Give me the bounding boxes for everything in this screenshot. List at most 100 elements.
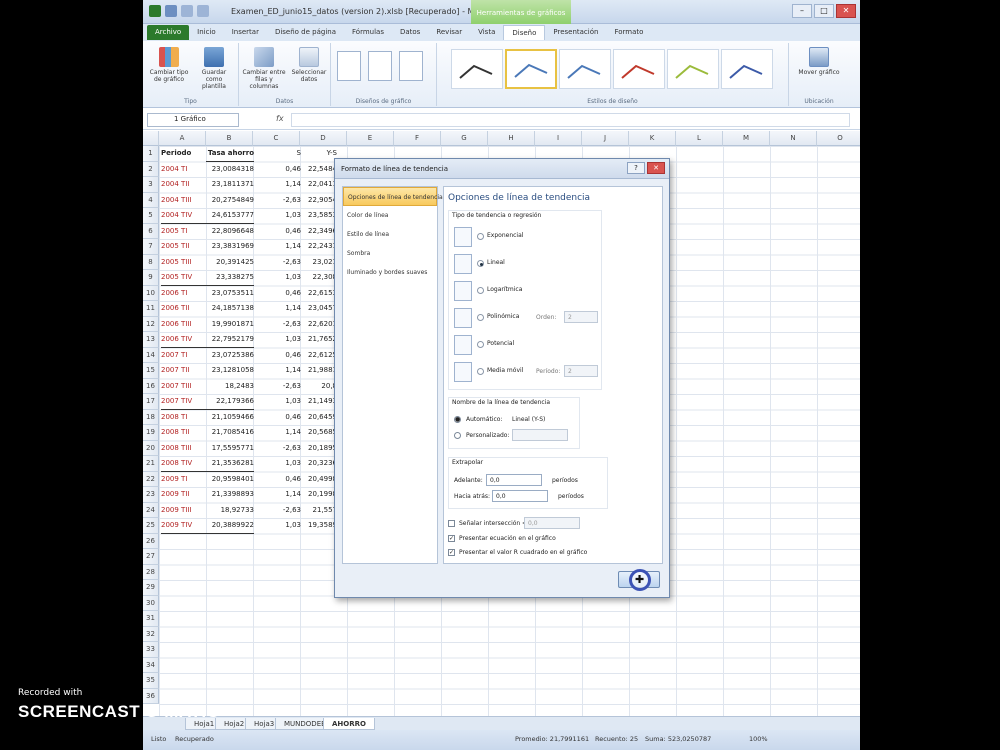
cell-y-s[interactable]: 20,8 [303,379,337,395]
intercept-input[interactable]: 0,0 [524,517,580,529]
cell-periodo[interactable]: 2005 TIV [161,270,206,286]
tab-archivo[interactable]: Archivo [147,25,190,40]
row-header[interactable]: 18 [143,409,159,425]
nav-glow-soft-edges[interactable]: Iluminado y bordes suaves [343,263,437,282]
cell-s[interactable]: 1,14 [255,363,301,379]
forward-input[interactable]: 0,0 [486,474,542,486]
sheet-tab-ahorro[interactable]: AHORRO [323,718,375,730]
cell-tasa-ahorro[interactable]: 24,1857138 [206,301,254,317]
cell-periodo[interactable]: 2007 TIII [161,379,206,395]
select-all-corner[interactable] [143,131,159,146]
cell-tasa-ahorro[interactable]: 22,7952179 [206,332,254,348]
cell-periodo[interactable]: 2009 TIV [161,518,206,534]
maximize-icon[interactable]: □ [814,4,834,18]
chart-style-6[interactable] [721,49,773,89]
cell-s[interactable]: 1,03 [255,518,301,534]
minimize-icon[interactable]: – [792,4,812,18]
chart-layout-2[interactable] [368,51,392,81]
row-header[interactable]: 26 [143,533,159,549]
cell-tasa-ahorro[interactable]: 20,3889922 [206,518,254,534]
cell-tasa-ahorro[interactable]: 17,5595771 [206,441,254,457]
cell-s[interactable]: -2,63 [255,317,301,333]
cell-s[interactable]: -2,63 [255,503,301,519]
row-header[interactable]: 31 [143,611,159,627]
row-header[interactable]: 6 [143,223,159,239]
cell-y-s[interactable]: 23,0457 [303,301,337,317]
row-header[interactable]: 29 [143,580,159,596]
row-header[interactable]: 10 [143,285,159,301]
dialog-close-icon[interactable]: ✕ [647,162,665,174]
row-header[interactable]: 34 [143,657,159,673]
cell-s[interactable]: 1,14 [255,239,301,255]
cell-y-s[interactable]: 20,3236 [303,456,337,472]
header-tasa-ahorro[interactable]: Tasa ahorro [206,146,254,162]
row-header[interactable]: 30 [143,595,159,611]
cell-y-s[interactable]: 22,0411 [303,177,337,193]
intercept-checkbox[interactable] [448,520,455,527]
row-header[interactable]: 3 [143,177,159,193]
column-header[interactable]: F [394,131,441,146]
row-header[interactable]: 8 [143,254,159,270]
cell-periodo[interactable]: 2005 TI [161,224,206,240]
cell-periodo[interactable]: 2006 TII [161,301,206,317]
column-header[interactable]: H [488,131,535,146]
cell-y-s[interactable]: 21,9881 [303,363,337,379]
row-header[interactable]: 15 [143,363,159,379]
row-header[interactable]: 16 [143,378,159,394]
period-stepper[interactable]: 2 [564,365,598,377]
cell-tasa-ahorro[interactable]: 21,3398893 [206,487,254,503]
cell-s[interactable]: -2,63 [255,379,301,395]
row-header[interactable]: 32 [143,626,159,642]
column-header[interactable]: L [676,131,723,146]
cell-s[interactable]: 1,03 [255,332,301,348]
row-header[interactable]: 20 [143,440,159,456]
cell-y-s[interactable]: 23,5853 [303,208,337,224]
cell-s[interactable]: 1,03 [255,456,301,472]
row-header[interactable]: 24 [143,502,159,518]
cell-s[interactable]: 1,14 [255,301,301,317]
row-header[interactable]: 4 [143,192,159,208]
header-s[interactable]: S [255,146,301,162]
row-header[interactable]: 9 [143,270,159,286]
cell-s[interactable]: 0,46 [255,410,301,426]
cell-y-s[interactable]: 21,557 [303,503,338,519]
cell-periodo[interactable]: 2006 TIV [161,332,206,348]
cell-y-s[interactable]: 22,3496 [303,224,337,240]
custom-name-radio[interactable] [454,432,461,439]
show-r2-checkbox[interactable]: ✓ [448,549,455,556]
close-icon[interactable]: ✕ [836,4,856,18]
row-header[interactable]: 25 [143,518,159,534]
chart-style-5[interactable] [667,49,719,89]
cell-y-s[interactable]: 19,3589 [303,518,337,534]
row-header[interactable]: 19 [143,425,159,441]
cell-periodo[interactable]: 2005 TIII [161,255,206,271]
column-header[interactable]: A [159,131,206,146]
save-icon[interactable] [165,5,177,17]
cell-y-s[interactable]: 22,308 [303,270,338,286]
cell-tasa-ahorro[interactable]: 18,2483 [206,379,254,395]
cell-periodo[interactable]: 2008 TIV [161,456,206,472]
cell-s[interactable]: 1,03 [255,208,301,224]
column-header[interactable]: I [535,131,582,146]
cell-y-s[interactable]: 20,6459 [303,410,337,426]
cell-periodo[interactable]: 2008 TII [161,425,206,441]
cell-y-s[interactable]: 22,6201 [303,317,337,333]
cell-s[interactable]: 1,03 [255,394,301,410]
cell-periodo[interactable]: 2004 TIV [161,208,206,224]
cell-tasa-ahorro[interactable]: 20,391425 [206,255,254,271]
cell-tasa-ahorro[interactable]: 23,1811371 [206,177,254,193]
linear-radio[interactable] [477,260,484,267]
cell-s[interactable]: 1,14 [255,487,301,503]
auto-name-radio[interactable]: ● [454,416,461,423]
cell-s[interactable]: -2,63 [255,441,301,457]
cell-tasa-ahorro[interactable]: 18,92733 [206,503,254,519]
formula-input[interactable] [291,113,850,127]
column-header[interactable]: N [770,131,817,146]
nav-trendline-options[interactable]: Opciones de línea de tendencia [343,187,443,206]
row-header[interactable]: 23 [143,487,159,503]
cell-tasa-ahorro[interactable]: 21,1059466 [206,410,254,426]
header-periodo[interactable]: Periodo [161,146,206,162]
cell-tasa-ahorro[interactable]: 22,179366 [206,394,254,410]
cell-s[interactable]: 1,03 [255,270,301,286]
cell-tasa-ahorro[interactable]: 24,6153777 [206,208,254,224]
